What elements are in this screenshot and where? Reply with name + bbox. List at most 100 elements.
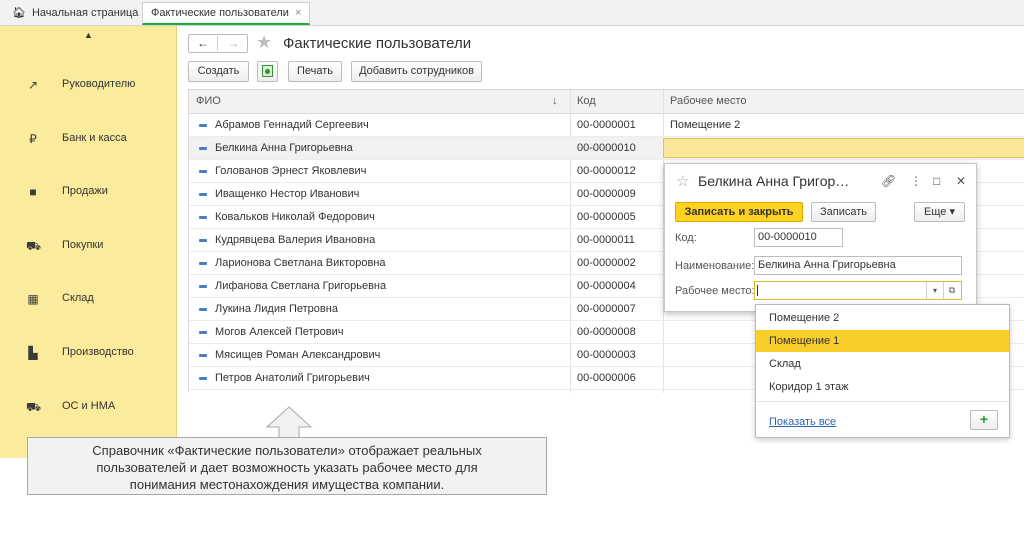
row-name: Мясищев Роман Александрович [215,349,381,361]
row-code: 00-0000012 [577,165,636,177]
show-all-link[interactable]: Показать все [769,416,836,428]
divider [756,401,1009,402]
page-title: Фактические пользователи [283,35,472,52]
scroll-up-icon[interactable]: ▲ [0,30,177,40]
row-marker-icon [199,331,207,334]
row-name: Лифанова Светлана Григорьевна [215,280,387,292]
close-icon[interactable]: ✕ [956,174,966,188]
sidebar-item-label: Продажи [62,185,108,197]
save-and-close-button[interactable]: Записать и закрыть [675,202,803,222]
workplace-label: Рабочее место: [675,285,755,297]
add-employees-button[interactable]: Добавить сотрудников [351,61,482,82]
row-marker-icon [199,124,207,127]
sort-arrow-icon: ↓ [552,95,558,107]
dropdown-option[interactable]: Помещение 2 [756,307,1009,329]
sidebar-item-sales[interactable]: ■ Продажи [0,177,177,207]
column-header-code[interactable]: Код [577,95,596,107]
row-marker-icon [199,262,207,265]
name-label: Наименование: [675,260,755,272]
sidebar-item-production[interactable]: ▙ Производство [0,338,177,368]
callout-line: понимания местонахождения имущества комп… [129,477,445,492]
close-icon[interactable]: × [295,7,301,19]
chevron-down-icon[interactable]: ▾ [926,282,943,299]
print-button[interactable]: Печать [288,61,342,82]
row-marker-icon [199,285,207,288]
sidebar-item-purchases[interactable]: ⛟ Покупки [0,231,177,261]
sidebar-item-manager[interactable]: ↗ Руководителю [0,70,177,100]
sidebar-item-label: Руководителю [62,78,136,90]
row-name: Кудрявцева Валерия Ивановна [215,234,376,246]
dropdown-option[interactable]: Коридор 1 этаж [756,376,1009,398]
row-code: 00-0000005 [577,211,636,223]
table-row[interactable]: Абрамов Геннадий Сергеевич 00-0000001 По… [189,114,1024,137]
tab-actual-users[interactable]: Фактические пользователи × [142,2,311,25]
favorite-star-icon[interactable]: ☆ [676,172,689,190]
favorite-star-icon[interactable]: ★ [256,32,272,52]
sidebar-item-bank[interactable]: ₽ Банк и касса [0,124,177,154]
row-marker-icon [199,216,207,219]
add-button[interactable]: + [970,410,998,430]
row-code: 00-0000001 [577,119,636,131]
truck-icon: ⛟ [26,400,42,414]
row-marker-icon [199,308,207,311]
factory-icon: ▙ [28,346,38,360]
row-workplace: Помещение 2 [670,119,741,131]
row-code: 00-0000009 [577,188,636,200]
selected-cell[interactable] [663,138,1024,158]
text-caret [757,285,758,296]
nav-buttons: ← → [188,34,248,53]
column-header-workplace[interactable]: Рабочее место [670,95,747,107]
tab-actual-users-label: Фактические пользователи [151,7,289,19]
row-marker-icon [199,193,207,196]
row-code: 00-0000011 [577,234,635,246]
row-code: 00-0000003 [577,349,636,361]
sidebar-item-label: Банк и касса [62,132,127,144]
tab-home[interactable]: 🏠︎ Начальная страница [4,3,146,24]
dropdown-option[interactable]: Склад [756,353,1009,375]
sidebar-item-label: ОС и НМА [62,400,116,412]
open-icon[interactable]: ⧉ [943,282,960,299]
forward-arrow-icon[interactable]: → [219,36,248,51]
ruble-coin-icon: ₽ [29,132,37,146]
callout-arrow-icon [265,406,313,440]
sidebar-item-warehouse[interactable]: ▦ Склад [0,284,177,314]
cart-icon: ⛟ [26,239,42,253]
row-name: Белкина Анна Григорьевна [215,142,353,154]
workplace-field[interactable]: ▾ ⧉ [754,281,962,300]
name-field[interactable]: Белкина Анна Григорьевна [754,256,962,275]
dropdown-option[interactable]: Помещение 1 [756,330,1009,352]
row-name: Ларионова Светлана Викторовна [215,257,386,269]
row-name: Ковальков Николай Федорович [215,211,375,223]
more-vert-icon[interactable]: ⋮ [910,174,922,188]
back-arrow-icon[interactable]: ← [189,36,218,51]
column-header-fio[interactable]: ФИО [196,95,221,107]
tab-bar: 🏠︎ Начальная страница Фактические пользов… [0,0,1024,26]
tab-home-label: Начальная страница [31,7,139,19]
table-header: ФИО ↓ Код Рабочее место [189,90,1024,114]
user-edit-form: ☆ Белкина Анна Григор… 🔗︎ ⋮ □ ✕ Записать… [664,163,977,312]
create-button[interactable]: Создать [188,61,249,82]
row-name: Лукина Лидия Петровна [215,303,338,315]
warehouse-icon: ▦ [27,292,39,306]
document-icon [262,65,273,77]
more-button[interactable]: Еще ▾ [914,202,965,222]
link-icon[interactable]: 🔗︎ [881,174,896,188]
info-callout: Справочник «Фактические пользователи» от… [27,437,547,495]
sidebar-item-assets[interactable]: ⛟ ОС и НМА [0,392,177,422]
row-code: 00-0000004 [577,280,636,292]
form-title: Белкина Анна Григор… [698,173,850,189]
table-row[interactable]: Белкина Анна Григорьевна 00-0000010 [189,137,1024,160]
row-marker-icon [199,354,207,357]
row-name: Иващенко Нестор Иванович [215,188,360,200]
row-code: 00-0000010 [577,142,636,154]
maximize-icon[interactable]: □ [933,174,940,188]
workplace-dropdown: Помещение 2 Помещение 1 Склад Коридор 1 … [755,304,1010,438]
row-marker-icon [199,170,207,173]
row-name: Петров Анатолий Григорьевич [215,372,370,384]
row-marker-icon [199,239,207,242]
trend-chart-icon: ↗ [27,78,39,92]
code-field[interactable]: 00-0000010 [754,228,843,247]
save-button[interactable]: Записать [811,202,876,222]
row-code: 00-0000007 [577,303,636,315]
export-button[interactable] [257,61,278,82]
